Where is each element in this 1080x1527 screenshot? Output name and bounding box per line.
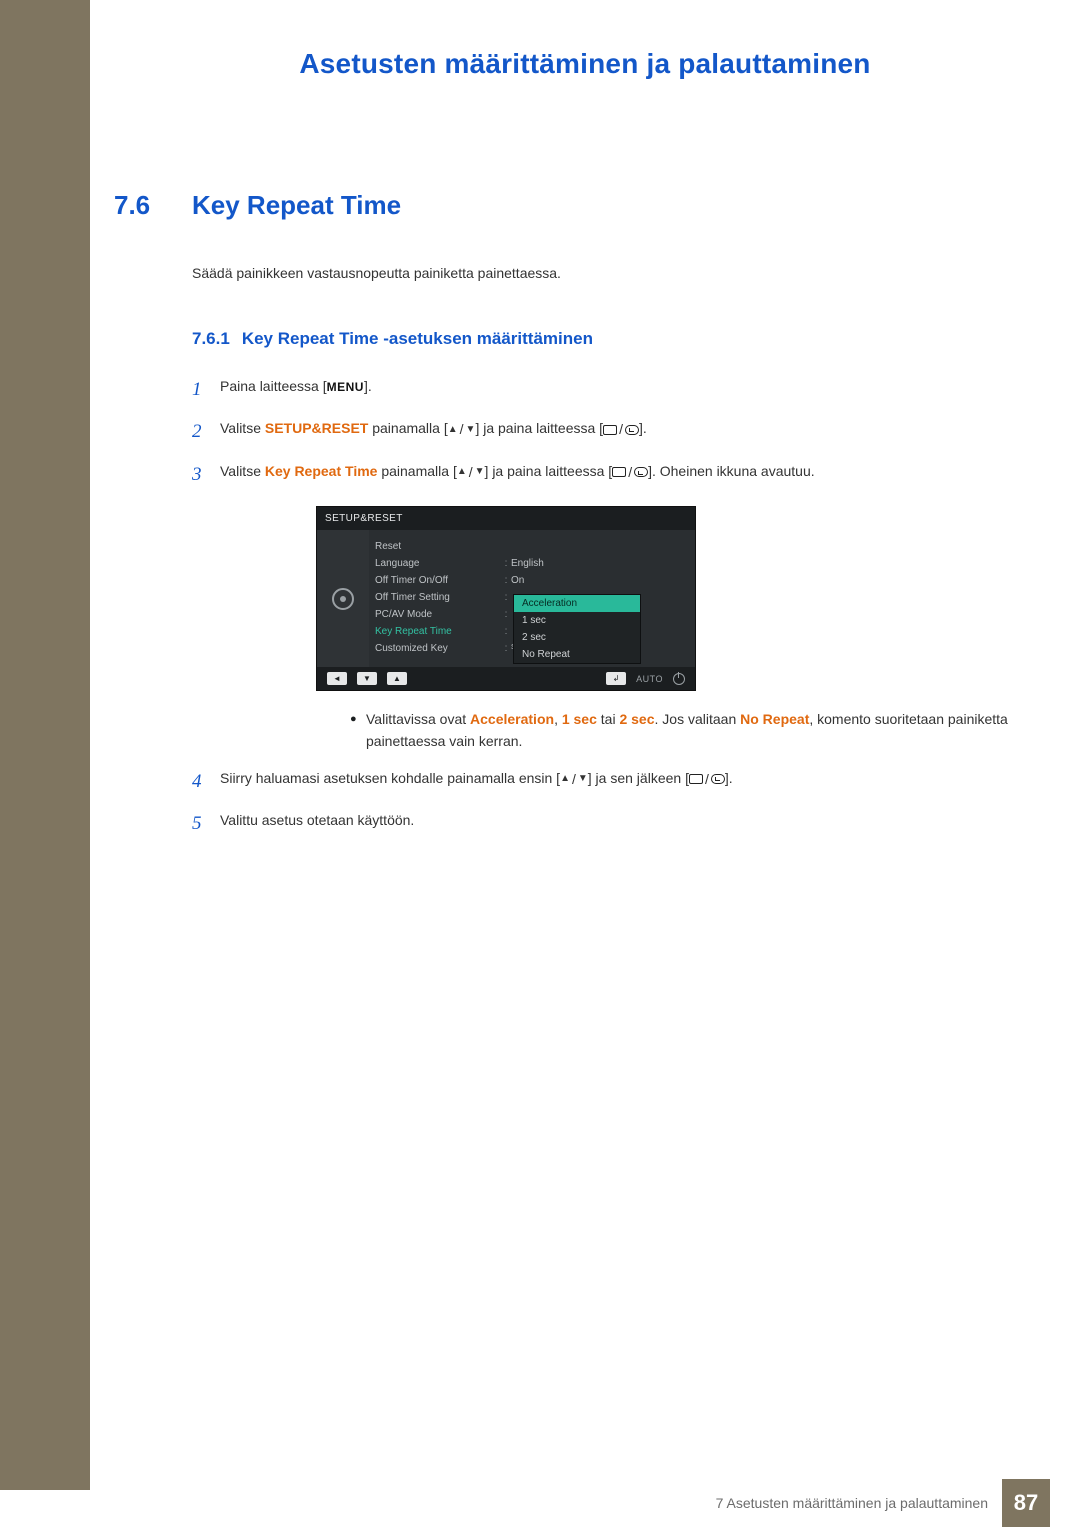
step-text: Valitse	[220, 420, 265, 436]
bullet-text: Valittavissa ovat Acceleration, 1 sec ta…	[366, 709, 1012, 752]
osd-dropdown: Acceleration 1 sec 2 sec No Repeat	[513, 594, 641, 664]
bullet-dot-icon: ●	[350, 709, 356, 752]
step-text: ]. Oheinen ikkuna avautuu.	[648, 463, 815, 479]
highlight-norepeat: No Repeat	[740, 711, 809, 727]
osd-option-2sec: 2 sec	[514, 629, 640, 646]
step-text: ] ja paina laitteessa [	[475, 420, 603, 436]
step-number: 4	[192, 767, 220, 797]
osd-key: Language	[375, 558, 501, 569]
step-text: painamalla [	[377, 463, 456, 479]
footer-spacer	[1050, 1479, 1080, 1527]
step-3: 3 Valitse Key Repeat Time painamalla [▲/…	[192, 460, 1012, 490]
osd-value: On	[511, 575, 685, 586]
chapter-title: Asetusten määrittäminen ja palauttaminen	[90, 48, 1080, 80]
osd-sidebar	[317, 530, 369, 667]
subsection-number: 7.6.1	[192, 329, 230, 349]
osd-row-language: Language:English	[375, 555, 685, 572]
osd-back-icon: ◄	[327, 672, 347, 685]
step-body: Paina laitteessa [MENU].	[220, 375, 1012, 397]
footer-text: 7 Asetusten määrittäminen ja palauttamin…	[716, 1495, 988, 1511]
step-number: 2	[192, 417, 220, 447]
osd-row-reset: Reset	[375, 538, 685, 555]
section-number: 7.6	[114, 190, 192, 221]
bullet-text-part: tai	[597, 711, 620, 727]
step-text: ].	[639, 420, 647, 436]
step-1: 1 Paina laitteessa [MENU].	[192, 375, 1012, 405]
osd-key: Key Repeat Time	[375, 626, 501, 637]
bullet-text-part: ,	[554, 711, 562, 727]
step-text: Paina laitteessa [	[220, 378, 327, 394]
osd-value: English	[511, 558, 685, 569]
left-sidebar-stripe	[0, 0, 90, 1490]
osd-option-1sec: 1 sec	[514, 612, 640, 629]
osd-option-acceleration: Acceleration	[514, 595, 640, 612]
subsection-title: Key Repeat Time -asetuksen määrittäminen	[242, 329, 593, 349]
osd-colon: :	[501, 643, 511, 654]
highlight-1sec: 1 sec	[562, 711, 597, 727]
page-content: Asetusten määrittäminen ja palauttaminen…	[90, 0, 1080, 851]
power-icon	[673, 673, 685, 685]
osd-main: Reset Language:English Off Timer On/Off:…	[369, 530, 695, 667]
step-number: 1	[192, 375, 220, 405]
osd-option-norepeat: No Repeat	[514, 646, 640, 663]
bullet-text-part: Valittavissa ovat	[366, 711, 470, 727]
highlight-key-repeat: Key Repeat Time	[265, 463, 378, 479]
step-4: 4 Siirry haluamasi asetuksen kohdalle pa…	[192, 767, 1012, 797]
page-footer: 7 Asetusten määrittäminen ja palauttamin…	[0, 1479, 1080, 1527]
step-body: Siirry haluamasi asetuksen kohdalle pain…	[220, 767, 1012, 790]
step-number: 3	[192, 460, 220, 490]
step-text: ] ja paina laitteessa [	[485, 463, 613, 479]
step-body: Valitse Key Repeat Time painamalla [▲/▼]…	[220, 460, 1012, 483]
step-text: Valitse	[220, 463, 265, 479]
bullet-text-part: . Jos valitaan	[655, 711, 741, 727]
step-text: painamalla [	[368, 420, 447, 436]
osd-footer: ◄ ▼ ▲ ↲ AUTO	[317, 667, 695, 690]
osd-down-icon: ▼	[357, 672, 377, 685]
up-down-icon: ▲/▼	[457, 461, 485, 483]
steps-list: 1 Paina laitteessa [MENU]. 2 Valitse SET…	[192, 375, 1012, 839]
osd-key: Off Timer Setting	[375, 592, 501, 603]
select-enter-icon: /	[689, 768, 725, 790]
osd-enter-icon: ↲	[606, 672, 626, 685]
highlight-2sec: 2 sec	[619, 711, 654, 727]
up-down-icon: ▲/▼	[560, 768, 588, 790]
step-text: ] ja sen jälkeen [	[588, 770, 689, 786]
step-body: Valitse SETUP&RESET painamalla [▲/▼] ja …	[220, 417, 1012, 440]
select-enter-icon: /	[603, 418, 639, 440]
menu-label: MENU	[327, 380, 364, 394]
osd-screenshot: SETUP&RESET Reset Language:English Off T…	[316, 506, 1012, 691]
subsection-heading: 7.6.1 Key Repeat Time -asetuksen määritt…	[192, 329, 1012, 349]
osd-colon: :	[501, 626, 511, 637]
osd-key: Customized Key	[375, 643, 501, 654]
osd-colon: :	[501, 558, 511, 569]
step-text: ].	[364, 378, 372, 394]
osd-auto-label: AUTO	[636, 674, 663, 684]
highlight-setup-reset: SETUP&RESET	[265, 420, 368, 436]
osd-colon: :	[501, 575, 511, 586]
gear-icon	[332, 588, 354, 610]
section-title: Key Repeat Time	[192, 190, 401, 221]
osd-up-icon: ▲	[387, 672, 407, 685]
section-intro: Säädä painikkeen vastausnopeutta painike…	[192, 265, 1012, 281]
osd-header: SETUP&RESET	[317, 507, 695, 530]
footer-page-number: 87	[1002, 1479, 1050, 1527]
step-5: 5 Valittu asetus otetaan käyttöön.	[192, 809, 1012, 839]
osd-colon: :	[501, 609, 511, 620]
osd-key: Reset	[375, 541, 501, 552]
up-down-icon: ▲/▼	[448, 418, 476, 440]
step-number: 5	[192, 809, 220, 839]
step-2: 2 Valitse SETUP&RESET painamalla [▲/▼] j…	[192, 417, 1012, 447]
osd-row-offtimer-onoff: Off Timer On/Off:On	[375, 572, 685, 589]
step-text: ].	[725, 770, 733, 786]
step-text: Siirry haluamasi asetuksen kohdalle pain…	[220, 770, 560, 786]
select-enter-icon: /	[612, 461, 648, 483]
osd-colon: :	[501, 592, 511, 603]
section-heading: 7.6 Key Repeat Time	[114, 190, 1012, 221]
bullet-note: ● Valittavissa ovat Acceleration, 1 sec …	[350, 709, 1012, 752]
highlight-acceleration: Acceleration	[470, 711, 554, 727]
osd-key: PC/AV Mode	[375, 609, 501, 620]
step-body: Valittu asetus otetaan käyttöön.	[220, 809, 1012, 831]
osd-key: Off Timer On/Off	[375, 575, 501, 586]
